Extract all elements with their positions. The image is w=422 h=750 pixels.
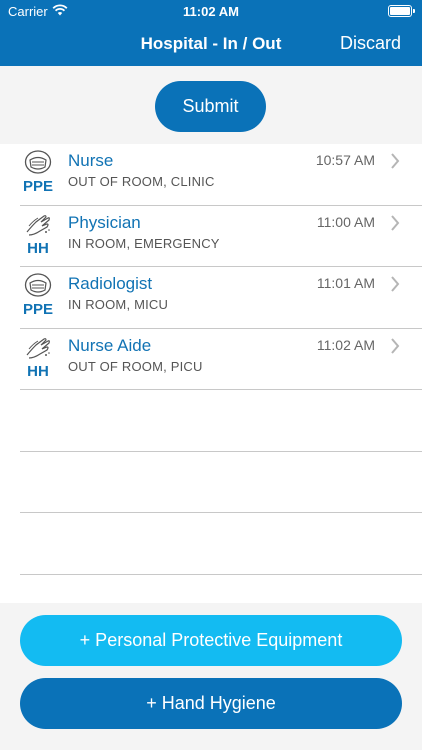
location-detail: IN ROOM, MICU (68, 297, 169, 312)
navigation-bar: Hospital - In / Out Discard (0, 22, 422, 66)
submit-area: Submit (0, 66, 422, 144)
list-item[interactable]: PPE Radiologist IN ROOM, MICU 11:01 AM (0, 267, 422, 329)
bottom-action-area: + Personal Protective Equipment + Hand H… (0, 603, 422, 750)
location-detail: OUT OF ROOM, PICU (68, 358, 203, 374)
location-detail: IN ROOM, EMERGENCY (68, 235, 220, 251)
category-code: PPE (22, 178, 53, 195)
hands-icon (26, 214, 50, 236)
add-ppe-button[interactable]: + Personal Protective Equipment (20, 615, 402, 666)
list-item[interactable]: HH Nurse Aide OUT OF ROOM, PICU 11:02 AM (0, 329, 422, 391)
entry-time: 11:02 AM (316, 336, 375, 353)
role-name: Physician (68, 212, 141, 232)
empty-row (0, 513, 422, 575)
empty-row (0, 452, 422, 514)
entry-time: 11:01 AM (316, 275, 375, 291)
submit-button[interactable]: Submit (155, 81, 266, 132)
category-code: HH (27, 239, 49, 257)
chevron-right-icon (391, 214, 400, 231)
list-item[interactable]: PPE Nurse OUT OF ROOM, CLINIC 10:57 AM (0, 144, 422, 206)
status-time: 11:02 AM (183, 4, 239, 19)
chevron-right-icon (391, 276, 400, 292)
entry-time: 10:57 AM (315, 152, 375, 168)
role-name: Radiologist (68, 274, 153, 293)
role-name: Nurse (68, 151, 114, 170)
discard-button[interactable]: Discard (340, 33, 401, 54)
list-item[interactable]: HH Physician IN ROOM, EMERGENCY 11:00 AM (0, 206, 422, 268)
status-bar: Carrier 11:02 AM (0, 0, 422, 22)
chevron-right-icon (391, 337, 400, 354)
role-name: Nurse Aide (68, 335, 152, 355)
battery-icon (388, 5, 415, 17)
entry-time: 11:00 AM (316, 213, 375, 230)
category-code: HH (27, 362, 49, 380)
empty-row (0, 390, 422, 452)
hands-icon (26, 337, 50, 359)
mask-icon (24, 150, 52, 174)
location-detail: OUT OF ROOM, CLINIC (68, 174, 215, 189)
entry-list: PPE Nurse OUT OF ROOM, CLINIC 10:57 AM H… (0, 144, 422, 575)
category-code: PPE (22, 301, 53, 318)
add-hand-hygiene-button[interactable]: + Hand Hygiene (20, 678, 402, 729)
mask-icon (24, 273, 52, 297)
chevron-right-icon (391, 153, 400, 169)
